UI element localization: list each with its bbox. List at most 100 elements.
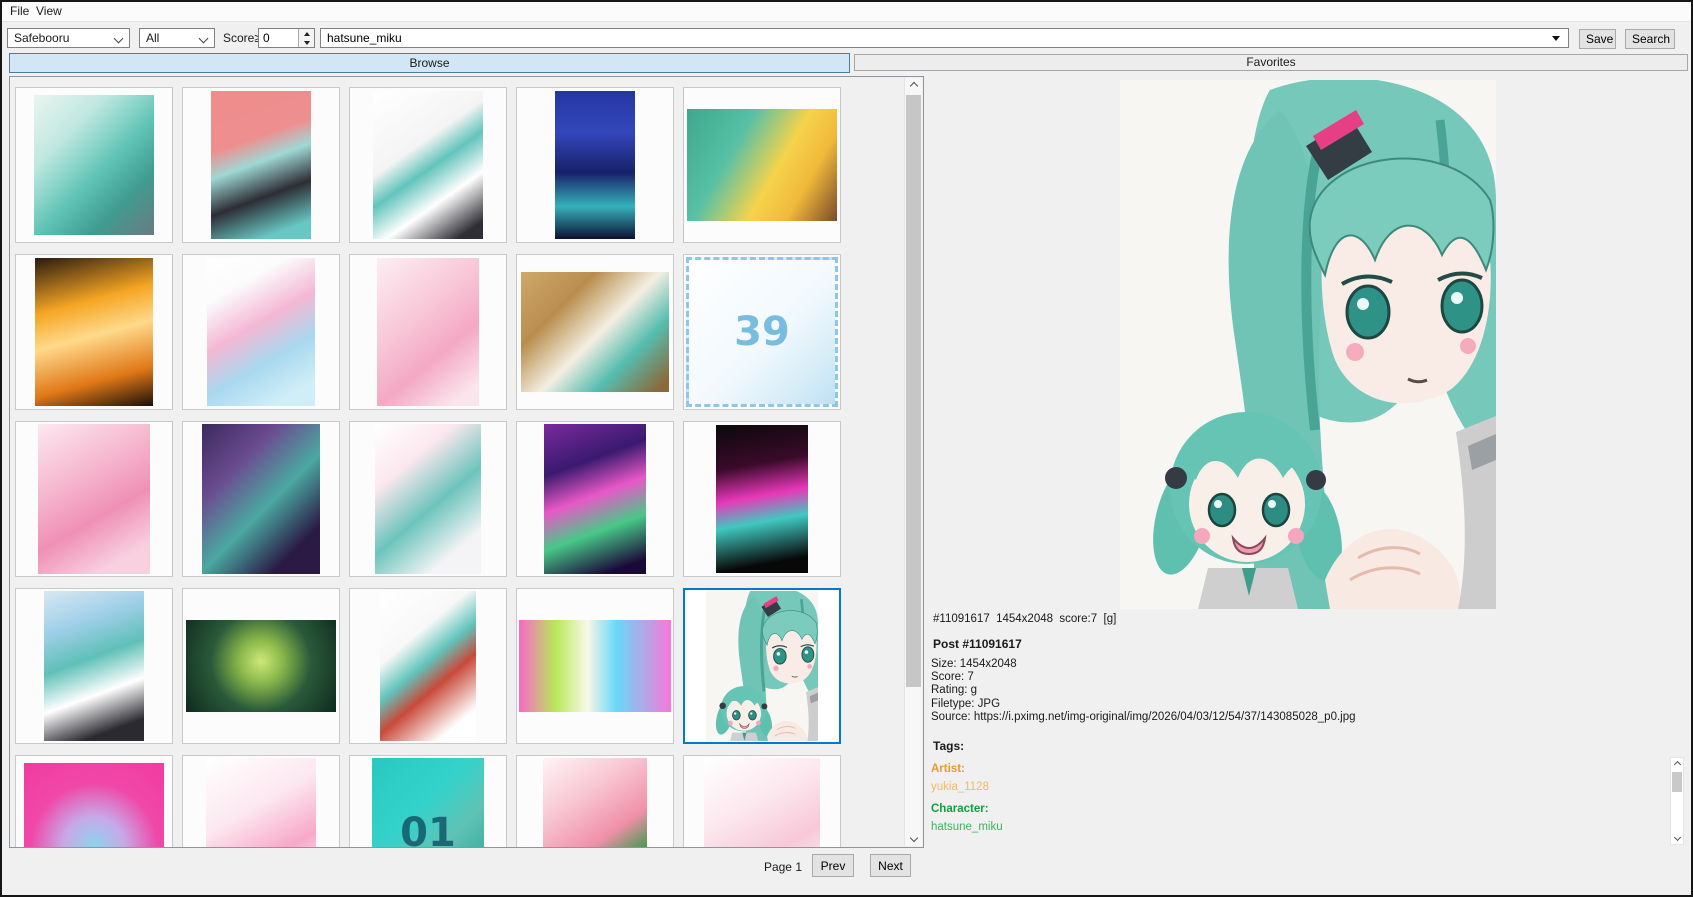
thumbnail-image xyxy=(207,258,315,406)
tag-group-label: Artist: xyxy=(931,763,1667,776)
score-label: Score≥ xyxy=(223,28,261,48)
menu-file[interactable]: File xyxy=(5,2,34,20)
site-select-value: Safebooru xyxy=(14,31,69,45)
scroll-down-button[interactable] xyxy=(1671,831,1683,844)
thumbnail-image xyxy=(555,91,635,239)
thumbnail-poster-01[interactable]: 01 xyxy=(349,755,507,848)
triangle-down-icon xyxy=(304,41,310,45)
toolbar: Safebooru All Score≥ Save Search xyxy=(2,22,1691,51)
thumbnail-image xyxy=(706,591,818,741)
thumbnail-image xyxy=(543,758,647,848)
post-detail-line: Size: 1454x2048 xyxy=(931,658,1356,671)
scrollbar-thumb[interactable] xyxy=(1672,772,1682,792)
thumbnail-image xyxy=(716,425,808,573)
thumbnail-image xyxy=(704,758,820,848)
thumbnail-miku-manga-couple[interactable] xyxy=(349,87,507,243)
thumbnail-manga-page[interactable] xyxy=(349,588,507,744)
thumbnail-grid-panel: 39 01 xyxy=(9,76,924,848)
dropdown-arrow-icon[interactable] xyxy=(1552,36,1560,41)
scroll-up-button[interactable] xyxy=(905,78,922,94)
filter-select-value: All xyxy=(146,31,159,45)
thumbnail-image xyxy=(375,424,481,574)
thumbnail-orange-kimono[interactable] xyxy=(15,254,173,410)
score-spinbox xyxy=(258,28,315,48)
thumbnail-miku-plush-selected[interactable] xyxy=(683,588,841,744)
thumbnail-pale-pink-girl[interactable] xyxy=(683,755,841,848)
thumbnail-lime-scope[interactable] xyxy=(182,588,340,744)
thumbnail-number-39[interactable]: 39 xyxy=(683,254,841,410)
tag-group-label: Character: xyxy=(931,803,1667,816)
post-info-line: #11091617 1454x2048 score:7 [g] xyxy=(933,613,1116,625)
post-detail-line: Rating: g xyxy=(931,684,1356,697)
thumbnail-image xyxy=(44,591,144,741)
thumbnail-blue-text-page[interactable] xyxy=(516,87,674,243)
thumbnail-image xyxy=(544,424,646,574)
tags-header: Tags: xyxy=(933,739,964,753)
thumbnail-miku-duo[interactable] xyxy=(15,87,173,243)
search-button[interactable]: Search xyxy=(1625,29,1675,49)
menu-bar: File View xyxy=(2,2,1691,22)
tab-browse[interactable]: Browse xyxy=(9,53,850,73)
thumbnail-image xyxy=(211,91,311,239)
tag-item[interactable]: yukia_1128 xyxy=(931,781,1667,794)
thumbnail-image xyxy=(34,95,154,235)
preview-image xyxy=(1120,80,1496,609)
score-decrement-button[interactable] xyxy=(299,38,314,47)
thumbnail-pastel-cat-girl[interactable] xyxy=(182,254,340,410)
thumbnail-rainbow-miku[interactable] xyxy=(516,588,674,744)
thumbnail-neon-poster[interactable] xyxy=(516,421,674,577)
thumbnail-sakura-miku[interactable] xyxy=(349,254,507,410)
app-window: File View Safebooru All Score≥ Save Sear… xyxy=(0,0,1693,897)
scroll-up-button[interactable] xyxy=(1671,758,1683,771)
thumbnail-sakura-girl[interactable] xyxy=(182,755,340,848)
save-button[interactable]: Save xyxy=(1579,29,1616,49)
thumbnail-image xyxy=(186,620,336,712)
page-indicator: Page 1 xyxy=(750,856,802,878)
scroll-down-button[interactable] xyxy=(905,830,922,846)
chevron-down-icon xyxy=(199,34,209,44)
post-detail-line: Score: 7 xyxy=(931,671,1356,684)
thumbnail-image xyxy=(35,258,153,406)
tab-favorites[interactable]: Favorites xyxy=(854,54,1688,71)
thumbnail-image: 01 xyxy=(372,758,484,848)
tag-item[interactable]: hatsune_miku xyxy=(931,821,1667,834)
tags-list: Artist: yukia_1128 Character: hatsune_miku xyxy=(931,759,1667,847)
grid-scrollbar[interactable] xyxy=(904,78,922,846)
prev-page-button[interactable]: Prev xyxy=(812,854,854,877)
thumbnail-miku-in-box[interactable] xyxy=(516,254,674,410)
thumbnail-crown-girl[interactable] xyxy=(15,755,173,848)
thumbnail-miku-sunglasses[interactable] xyxy=(15,588,173,744)
thumbnail-image xyxy=(519,620,671,712)
search-combobox xyxy=(320,28,1569,48)
thumbnail-image xyxy=(202,424,320,574)
next-page-button[interactable]: Next xyxy=(870,854,911,877)
thumbnail-text: 01 xyxy=(400,810,456,848)
thumbnail-image xyxy=(377,258,479,406)
thumbnail-image xyxy=(206,758,316,848)
thumbnail-galaxy-miku[interactable] xyxy=(182,421,340,577)
tags-scrollbar[interactable] xyxy=(1670,757,1684,845)
post-title: Post #11091617 xyxy=(933,637,1022,651)
thumbnail-blossom-miku[interactable] xyxy=(349,421,507,577)
post-detail-line: Filetype: JPG xyxy=(931,698,1356,711)
filter-select[interactable]: All xyxy=(139,28,215,48)
chevron-up-icon xyxy=(909,82,917,90)
post-detail-line: Source: https://i.pximg.net/img-original… xyxy=(931,711,1356,724)
thumbnail-miku-39-red[interactable] xyxy=(182,87,340,243)
thumbnail-text: 39 xyxy=(734,309,790,355)
thumbnail-miku-pikachu[interactable] xyxy=(683,87,841,243)
post-details: Size: 1454x2048Score: 7Rating: gFiletype… xyxy=(931,658,1356,724)
thumbnail-image xyxy=(24,763,164,848)
thumbnail-strawberry-girl[interactable] xyxy=(516,755,674,848)
thumbnail-image xyxy=(521,272,669,392)
site-select[interactable]: Safebooru xyxy=(7,28,130,48)
chevron-down-icon xyxy=(909,834,917,842)
thumbnail-image xyxy=(38,424,150,574)
thumbnail-neon-silhouette[interactable] xyxy=(683,421,841,577)
thumbnail-pink-twintails[interactable] xyxy=(15,421,173,577)
chevron-up-icon xyxy=(1673,761,1680,768)
menu-view[interactable]: View xyxy=(31,2,67,20)
search-input[interactable] xyxy=(321,29,1554,47)
scrollbar-thumb[interactable] xyxy=(906,95,921,687)
score-spin-buttons xyxy=(298,29,314,47)
